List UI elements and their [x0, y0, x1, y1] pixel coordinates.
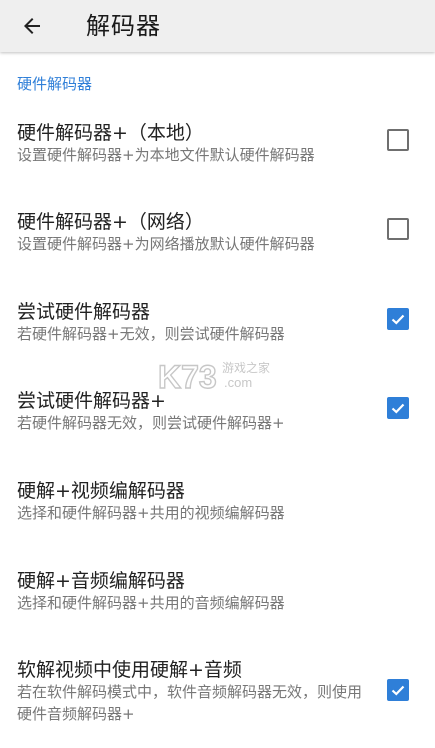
pref-title: 软解视频中使用硬解+音频: [17, 659, 242, 681]
page-title: 解码器: [86, 12, 161, 40]
pref-hw-audio-codec[interactable]: 硬解+音频编解码器 选择和硬件解码器+共用的音频编解码器: [0, 556, 435, 636]
pref-title: 尝试硬件解码器: [17, 301, 151, 323]
pref-summary: 设置硬件解码器+为网络播放默认硬件解码器: [17, 235, 315, 253]
pref-hw-decoder-plus-local[interactable]: 硬件解码器+（本地） 设置硬件解码器+为本地文件默认硬件解码器: [0, 108, 435, 188]
checkbox-unchecked[interactable]: [387, 218, 409, 240]
pref-try-hw-decoder[interactable]: 尝试硬件解码器 若硬件解码器+无效，则尝试硬件解码器: [0, 287, 435, 367]
app-bar: 解码器: [0, 0, 435, 52]
watermark-tagline: 游戏之家: [222, 360, 270, 375]
pref-hw-decoder-plus-network[interactable]: 硬件解码器+（网络） 设置硬件解码器+为网络播放默认硬件解码器: [0, 197, 435, 277]
pref-summary: 选择和硬件解码器+共用的音频编解码器: [17, 594, 285, 612]
arrow-back-icon: [24, 18, 40, 34]
checkbox-checked[interactable]: [387, 679, 409, 701]
checkbox-checked[interactable]: [387, 397, 409, 419]
watermark-brand: K73: [158, 359, 217, 395]
k73-watermark-logo: K73 游戏之家 .com: [158, 358, 270, 395]
pref-summary: 若在软件解码模式中，软件音频解码器无效，则使用硬件音频解码器+: [17, 683, 363, 723]
checkmark-icon: [391, 314, 405, 325]
pref-hw-video-codec[interactable]: 硬解+视频编解码器 选择和硬件解码器+共用的视频编解码器: [0, 466, 435, 546]
checkmark-icon: [391, 685, 405, 696]
pref-title: 硬件解码器+（本地）: [17, 122, 204, 144]
checkbox-unchecked[interactable]: [387, 129, 409, 151]
pref-summary: 设置硬件解码器+为本地文件默认硬件解码器: [17, 146, 315, 164]
pref-summary: 若硬件解码器无效，则尝试硬件解码器+: [17, 414, 285, 432]
back-button[interactable]: [10, 4, 54, 48]
pref-sw-video-hw-audio[interactable]: 软解视频中使用硬解+音频 若在软件解码模式中，软件音频解码器无效，则使用硬件音频…: [0, 645, 435, 748]
pref-title: 硬件解码器+（网络）: [17, 211, 204, 233]
pref-title: 硬解+音频编解码器: [17, 570, 185, 592]
pref-title: 硬解+视频编解码器: [17, 480, 185, 502]
checkmark-icon: [391, 403, 405, 414]
pref-title: 尝试硬件解码器+: [17, 390, 166, 412]
watermark-domain: .com: [224, 375, 252, 390]
category-header-hardware-decoder: 硬件解码器: [17, 75, 93, 93]
pref-summary: 若硬件解码器+无效，则尝试硬件解码器: [17, 325, 285, 343]
checkbox-checked[interactable]: [387, 308, 409, 330]
pref-summary: 选择和硬件解码器+共用的视频编解码器: [17, 504, 285, 522]
